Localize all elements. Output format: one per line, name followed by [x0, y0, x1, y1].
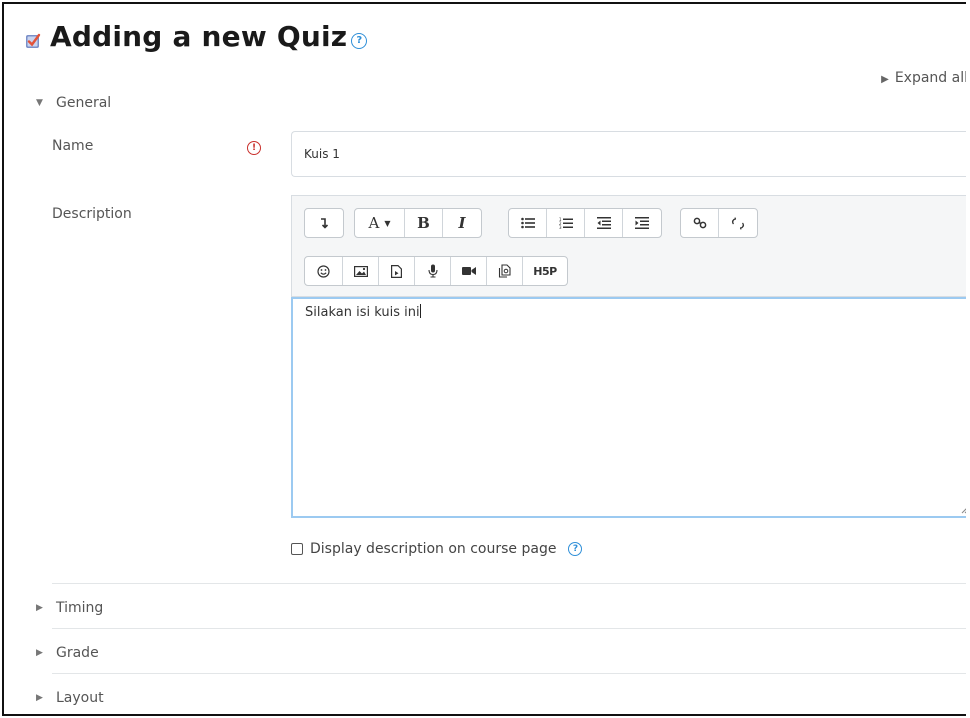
section-timing-label: Timing [56, 600, 104, 616]
caret-right-icon: ▶ [36, 693, 43, 703]
outdent-icon [596, 217, 611, 229]
caret-right-icon: ▶ [881, 74, 889, 85]
image-button[interactable] [343, 257, 379, 285]
toolbar-group-insert: H5P [304, 256, 568, 286]
media-file-icon [391, 264, 402, 278]
help-icon[interactable]: ? [351, 32, 368, 49]
resize-handle-icon[interactable] [961, 506, 966, 514]
description-label: Description [52, 206, 132, 222]
section-grade-toggle[interactable]: ▶ Grade [36, 645, 99, 661]
section-layout-label: Layout [56, 690, 104, 706]
bold-button[interactable]: B [405, 209, 443, 237]
unlink-button[interactable] [719, 209, 757, 237]
indent-button[interactable] [623, 209, 661, 237]
display-description-checkbox[interactable] [291, 543, 303, 555]
collapse-icon [321, 218, 329, 229]
record-video-button[interactable] [451, 257, 487, 285]
divider [52, 673, 966, 674]
video-camera-icon [461, 267, 476, 275]
font-style-button[interactable]: A ▼ [355, 209, 405, 237]
bold-icon: B [417, 214, 430, 232]
collapse-toolbar-button[interactable] [305, 209, 343, 237]
description-text: Silakan isi kuis ini [305, 305, 420, 320]
microphone-icon [427, 264, 438, 278]
h5p-icon: H5P [533, 264, 557, 278]
manage-files-icon [498, 264, 511, 278]
font-a-icon: A [368, 214, 380, 232]
name-input[interactable] [291, 131, 966, 177]
ordered-list-button[interactable]: 123 [547, 209, 585, 237]
description-editor[interactable]: Silakan isi kuis ini [291, 297, 966, 518]
section-timing-toggle[interactable]: ▶ Timing [36, 600, 103, 616]
divider [52, 628, 966, 629]
page-title: Adding a new Quiz [50, 20, 348, 53]
h5p-button[interactable]: H5P [523, 257, 567, 285]
section-grade-label: Grade [56, 645, 99, 661]
display-description-row: Display description on course page ? [291, 541, 583, 557]
display-description-label[interactable]: Display description on course page [310, 541, 556, 557]
help-icon[interactable]: ? [568, 542, 583, 556]
ordered-list-icon: 123 [559, 217, 573, 230]
divider [52, 583, 966, 584]
section-general-label: General [56, 95, 112, 111]
unlink-icon [731, 216, 745, 230]
unordered-list-icon [520, 217, 535, 229]
section-layout-toggle[interactable]: ▶ Layout [36, 690, 104, 706]
toolbar-group-style: A ▼ B I [354, 208, 482, 238]
media-button[interactable] [379, 257, 415, 285]
expand-all-label: Expand all [894, 70, 966, 86]
caret-right-icon: ▶ [36, 648, 43, 658]
text-cursor [419, 304, 421, 318]
italic-icon: I [458, 214, 466, 232]
image-icon [353, 265, 368, 277]
quiz-icon [26, 33, 41, 48]
required-icon: ! [247, 141, 261, 155]
quiz-settings-form: Adding a new Quiz ? ▶ Expand all ▼ Genera… [2, 2, 966, 716]
editor-toolbar: A ▼ B I 123 H5P [291, 195, 966, 297]
manage-files-button[interactable] [487, 257, 523, 285]
link-icon [693, 217, 706, 229]
link-button[interactable] [681, 209, 719, 237]
indent-icon [635, 217, 649, 229]
name-label: Name [52, 138, 94, 154]
record-audio-button[interactable] [415, 257, 451, 285]
dropdown-caret-icon: ▼ [384, 218, 391, 228]
section-general-toggle[interactable]: ▼ General [36, 95, 111, 111]
svg-text:3: 3 [559, 225, 562, 230]
caret-down-icon: ▼ [36, 98, 43, 108]
outdent-button[interactable] [585, 209, 623, 237]
toolbar-group-lists: 123 [508, 208, 662, 238]
caret-right-icon: ▶ [36, 603, 43, 613]
toolbar-group-collapse [304, 208, 344, 238]
emoticon-button[interactable] [305, 257, 343, 285]
toolbar-group-links [680, 208, 758, 238]
italic-button[interactable]: I [443, 209, 481, 237]
page-title-bar: Adding a new Quiz ? [24, 20, 368, 53]
expand-all-link[interactable]: ▶ Expand all [881, 70, 966, 86]
emoticon-icon [317, 264, 330, 278]
unordered-list-button[interactable] [509, 209, 547, 237]
